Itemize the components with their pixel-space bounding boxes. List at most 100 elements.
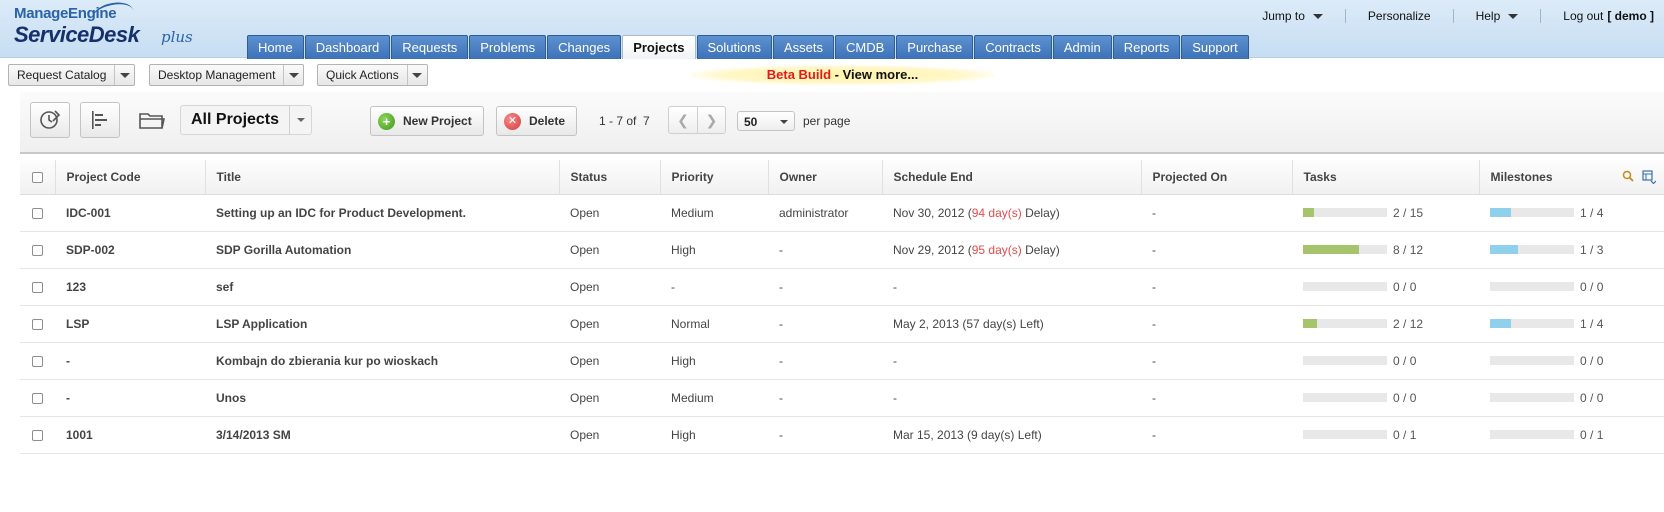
tasks-total: 1 xyxy=(1409,427,1417,442)
milestones-total: 3 xyxy=(1596,242,1604,257)
project-title[interactable]: sef xyxy=(205,268,559,306)
col-owner[interactable]: Owner xyxy=(767,160,882,195)
chevron-right-icon: ❯ xyxy=(705,111,718,128)
row-checkbox[interactable] xyxy=(32,281,43,293)
col-title[interactable]: Title xyxy=(204,160,559,195)
row-select-cell xyxy=(20,231,55,269)
beta-banner[interactable]: Beta Build - View more... xyxy=(690,65,995,85)
tasks-progress-fill xyxy=(1303,319,1318,328)
project-owner: - xyxy=(768,268,882,306)
project-code[interactable]: - xyxy=(55,379,205,417)
tab-admin[interactable]: Admin xyxy=(1052,35,1112,59)
schedule-date: May 2, 2013 ( xyxy=(893,316,967,331)
milestones-count: 0 / 0 xyxy=(1580,279,1604,294)
row-checkbox[interactable] xyxy=(32,244,43,256)
milestones-progress-bar xyxy=(1490,245,1574,254)
project-code[interactable]: 123 xyxy=(55,268,205,306)
table-row[interactable]: 123 sef Open - - - - 0 / 0 0 / 0 xyxy=(20,268,1664,306)
desktop-management-dropdown[interactable]: Desktop Management xyxy=(149,64,305,86)
row-checkbox[interactable] xyxy=(32,318,43,330)
next-page-button[interactable]: ❯ xyxy=(697,107,725,133)
col-schedule-end[interactable]: Schedule End xyxy=(881,160,1141,195)
request-catalog-dropdown[interactable]: Request Catalog xyxy=(8,64,136,86)
logout-link[interactable]: Log out xyxy=(1563,9,1603,23)
per-page-select[interactable]: 50 xyxy=(737,111,795,131)
gantt-view-button[interactable] xyxy=(30,102,70,138)
project-status: Open xyxy=(559,379,660,417)
project-status: Open xyxy=(559,416,660,454)
view-more-link[interactable]: - View more... xyxy=(831,67,919,82)
delete-button[interactable]: ✕ Delete xyxy=(496,106,578,136)
tab-reports[interactable]: Reports xyxy=(1112,35,1181,59)
schedule-days: 9 day(s) xyxy=(971,427,1015,442)
table-row[interactable]: - Kombajn do zbierania kur po wioskach O… xyxy=(20,342,1664,380)
table-row[interactable]: LSP LSP Application Open Normal - May 2,… xyxy=(20,305,1664,343)
tasks-progress-fill xyxy=(1303,245,1360,254)
tab-home[interactable]: Home xyxy=(247,35,304,59)
project-code[interactable]: 1001 xyxy=(55,416,205,454)
project-code[interactable]: - xyxy=(55,342,205,380)
prev-page-button[interactable]: ❮ xyxy=(669,107,697,133)
tab-assets[interactable]: Assets xyxy=(772,35,834,59)
select-all-checkbox[interactable] xyxy=(31,172,43,184)
personalize-link[interactable]: Personalize xyxy=(1358,9,1441,23)
project-code[interactable]: LSP xyxy=(55,305,205,343)
tab-cmdb[interactable]: CMDB xyxy=(835,35,896,59)
row-checkbox[interactable] xyxy=(32,392,43,404)
per-page-label: per page xyxy=(803,114,851,128)
projected-on: - xyxy=(1141,194,1292,232)
project-status: Open xyxy=(559,194,660,232)
milestones-count: 0 / 0 xyxy=(1580,390,1604,405)
milestones-done: 0 xyxy=(1580,390,1587,405)
tasks-count: 0 / 0 xyxy=(1393,279,1417,294)
col-projected-on[interactable]: Projected On xyxy=(1140,160,1292,195)
table-row[interactable]: IDC-001 Setting up an IDC for Product De… xyxy=(20,194,1664,232)
chevron-down-icon xyxy=(289,106,311,134)
table-row[interactable]: 1001 3/14/2013 SM Open High - Mar 15, 20… xyxy=(20,416,1664,454)
column-chooser-icon[interactable] xyxy=(1642,170,1656,184)
project-title[interactable]: Setting up an IDC for Product Developmen… xyxy=(205,194,559,232)
col-priority[interactable]: Priority xyxy=(659,160,768,195)
project-title[interactable]: 3/14/2013 SM xyxy=(205,416,559,454)
jump-to-menu[interactable]: Jump to xyxy=(1252,9,1333,23)
help-menu[interactable]: Help xyxy=(1466,9,1529,23)
table-row[interactable]: SDP-002 SDP Gorilla Automation Open High… xyxy=(20,231,1664,269)
project-title[interactable]: Kombajn do zbierania kur po wioskach xyxy=(205,342,559,380)
tab-projects[interactable]: Projects xyxy=(622,35,696,59)
new-project-button[interactable]: + New Project xyxy=(370,106,484,136)
tab-purchase[interactable]: Purchase xyxy=(896,35,974,59)
quick-actions-dropdown[interactable]: Quick Actions xyxy=(317,64,428,86)
row-checkbox[interactable] xyxy=(32,429,43,441)
project-owner: - xyxy=(768,416,882,454)
col-project-code[interactable]: Project Code xyxy=(54,160,205,195)
tab-changes[interactable]: Changes xyxy=(547,35,622,59)
search-icon[interactable] xyxy=(1622,170,1634,182)
project-priority: High xyxy=(660,342,768,380)
milestones-progress-fill xyxy=(1490,319,1511,328)
project-view-select[interactable]: All Projects xyxy=(180,105,313,135)
project-title[interactable]: SDP Gorilla Automation xyxy=(205,231,559,269)
schedule-suffix: Delay) xyxy=(1025,205,1060,220)
folder-button[interactable] xyxy=(132,105,172,135)
row-checkbox[interactable] xyxy=(32,355,43,367)
col-milestones[interactable]: Milestones xyxy=(1478,160,1664,195)
project-code[interactable]: SDP-002 xyxy=(55,231,205,269)
col-tasks[interactable]: Tasks xyxy=(1291,160,1479,195)
tab-problems[interactable]: Problems xyxy=(469,35,547,59)
tab-support[interactable]: Support xyxy=(1181,35,1249,59)
logo-servicedesk: ServiceDesk xyxy=(14,22,140,47)
servicedesk-logo[interactable]: ManageEngine ServiceDesk plus xyxy=(14,0,193,47)
tab-solutions[interactable]: Solutions xyxy=(696,35,772,59)
milestones-progress-bar xyxy=(1490,208,1574,217)
project-title[interactable]: Unos xyxy=(205,379,559,417)
col-status[interactable]: Status xyxy=(558,160,660,195)
tab-dashboard[interactable]: Dashboard xyxy=(304,35,391,59)
tab-contracts[interactable]: Contracts xyxy=(974,35,1052,59)
row-checkbox[interactable] xyxy=(32,207,43,219)
project-status: Open xyxy=(559,268,660,306)
project-title[interactable]: LSP Application xyxy=(205,305,559,343)
table-row[interactable]: - Unos Open Medium - - - 0 / 0 0 / 0 xyxy=(20,379,1664,417)
list-view-button[interactable] xyxy=(80,102,120,138)
project-code[interactable]: IDC-001 xyxy=(55,194,205,232)
tab-requests[interactable]: Requests xyxy=(391,35,469,59)
